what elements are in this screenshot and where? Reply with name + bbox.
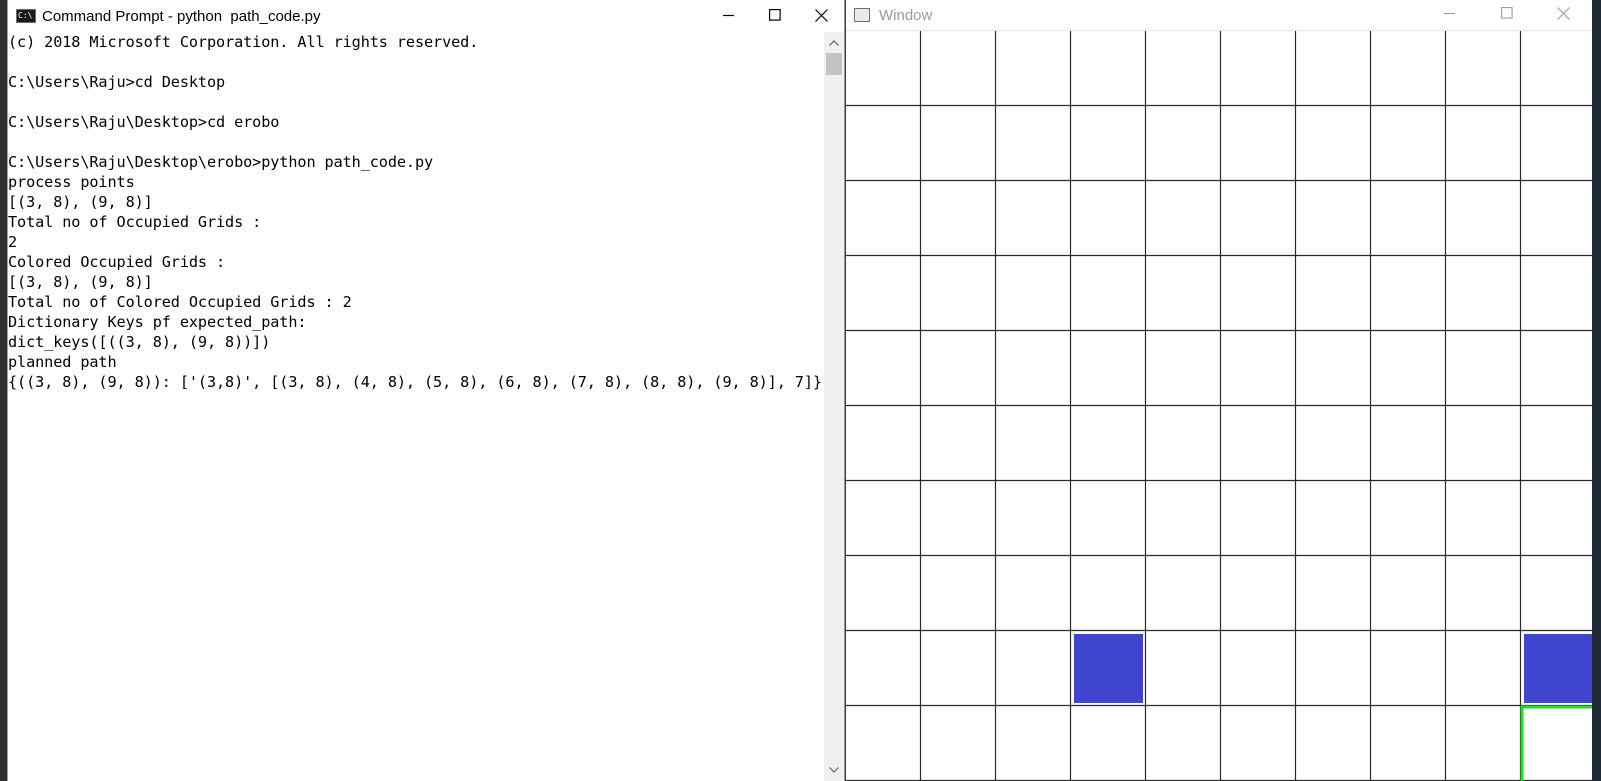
console-line: [(3, 8), (9, 8)] <box>8 273 153 291</box>
scroll-thumb[interactable] <box>826 53 842 75</box>
console-line: (c) 2018 Microsoft Corporation. All righ… <box>8 33 479 51</box>
console-line: Total no of Colored Occupied Grids : 2 <box>8 293 352 311</box>
maximize-icon <box>1500 7 1513 19</box>
minimize-button[interactable] <box>706 0 752 30</box>
cmd-window-controls <box>706 0 844 30</box>
grid-canvas[interactable] <box>846 31 1596 781</box>
console-line: process points <box>8 173 135 191</box>
desktop-background-strip-right <box>1592 0 1601 781</box>
console-line: Colored Occupied Grids : <box>8 253 226 271</box>
cmd-app-icon: C:\ <box>16 9 36 23</box>
command-prompt-window[interactable]: C:\ Command Prompt - python path_code.py… <box>8 0 844 781</box>
grid-window[interactable]: Window <box>846 0 1601 781</box>
grid-window-controls <box>1421 0 1592 30</box>
close-icon <box>814 8 828 22</box>
desktop: C:\ Command Prompt - python path_code.py… <box>0 0 1601 781</box>
chevron-up-icon <box>829 40 839 46</box>
cmd-window-title: Command Prompt - python path_code.py <box>42 7 321 25</box>
console-line: planned path <box>8 353 117 371</box>
minimize-icon <box>723 14 734 17</box>
maximize-icon <box>769 9 781 21</box>
cmd-titlebar[interactable]: C:\ Command Prompt - python path_code.py <box>8 0 844 32</box>
grid-close-button[interactable] <box>1535 0 1592 26</box>
console-line: C:\Users\Raju\Desktop\erobo>python path_… <box>8 153 434 171</box>
console-line: Dictionary Keys pf expected_path: <box>8 313 307 331</box>
close-button[interactable] <box>798 0 844 30</box>
maximize-button[interactable] <box>752 0 798 30</box>
grid-drawing <box>846 31 1596 781</box>
occupied-grid-cell <box>1074 634 1143 703</box>
scroll-up-button[interactable] <box>824 34 844 52</box>
occupied-grid-cell <box>1524 634 1593 703</box>
desktop-background-strip <box>0 0 8 781</box>
window-app-icon <box>854 8 870 22</box>
console-line: C:\Users\Raju>cd Desktop <box>8 73 226 91</box>
grid-window-titlebar[interactable]: Window <box>846 0 1592 31</box>
grid-minimize-button[interactable] <box>1421 0 1478 26</box>
console-line: {((3, 8), (9, 8)): ['(3,8)', [(3, 8), (4… <box>8 373 822 391</box>
console-output[interactable]: (c) 2018 Microsoft Corporation. All righ… <box>8 32 824 781</box>
vertical-scrollbar[interactable] <box>824 32 844 781</box>
console-line: [(3, 8), (9, 8)] <box>8 193 153 211</box>
scroll-down-button[interactable] <box>824 761 844 779</box>
console-line: C:\Users\Raju\Desktop>cd erobo <box>8 113 280 131</box>
grid-window-title: Window <box>879 6 933 24</box>
minimize-icon <box>1443 12 1455 15</box>
console-line: 2 <box>8 233 18 251</box>
console-line: dict_keys([((3, 8), (9, 8))]) <box>8 333 271 351</box>
close-icon <box>1557 6 1570 20</box>
chevron-down-icon <box>829 767 839 773</box>
grid-maximize-button[interactable] <box>1478 0 1535 26</box>
console-line: Total no of Occupied Grids : <box>8 213 262 231</box>
